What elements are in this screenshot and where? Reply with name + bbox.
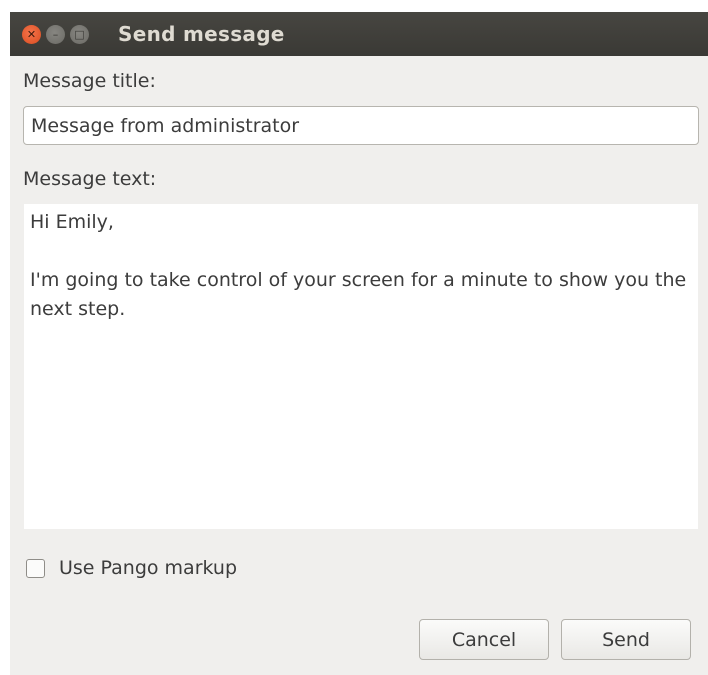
title-bar[interactable]: ✕ – □ Send message: [10, 12, 708, 56]
message-text-label: Message text:: [23, 168, 157, 190]
pango-markup-checkbox[interactable]: [26, 558, 45, 578]
message-text-area[interactable]: Hi Emily, I'm going to take control of y…: [24, 204, 698, 529]
message-title-label: Message title:: [23, 70, 156, 92]
message-title-input[interactable]: [23, 106, 699, 145]
window-title: Send message: [118, 22, 285, 46]
cancel-button[interactable]: Cancel: [419, 619, 549, 660]
send-message-dialog: ✕ – □ Send message Message title: Messag…: [10, 12, 708, 675]
minimize-icon[interactable]: –: [46, 24, 65, 44]
maximize-icon[interactable]: □: [70, 24, 89, 44]
close-icon[interactable]: ✕: [22, 24, 41, 44]
pango-markup-label[interactable]: Use Pango markup: [59, 557, 237, 579]
pango-markup-option[interactable]: Use Pango markup: [26, 557, 237, 579]
send-button[interactable]: Send: [561, 619, 691, 660]
